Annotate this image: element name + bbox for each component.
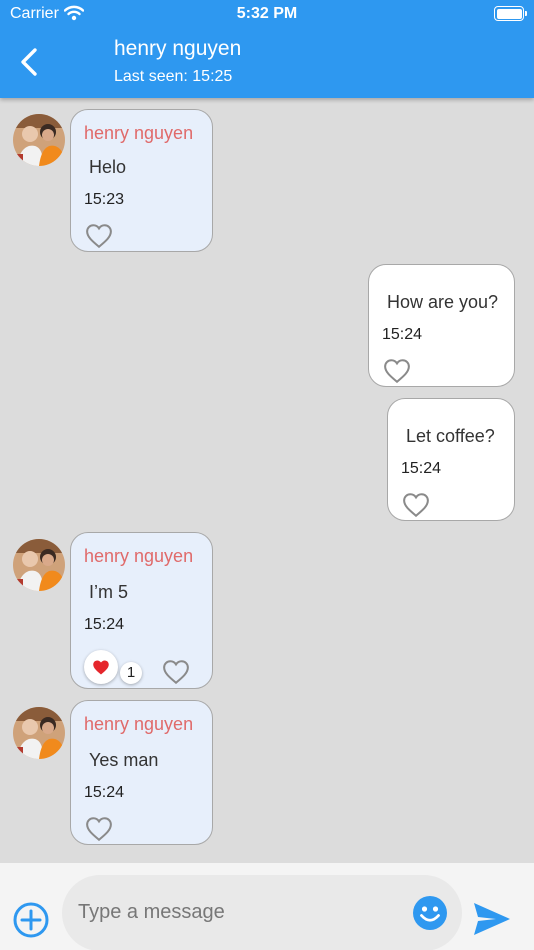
message-field[interactable]: [62, 875, 462, 950]
battery-icon: [494, 6, 527, 21]
avatar[interactable]: [13, 707, 65, 759]
status-time: 5:32 PM: [236, 5, 298, 22]
message-text: Let coffee?: [406, 426, 495, 446]
message-text: Yes man: [89, 750, 159, 770]
sender-name: henry nguyen: [84, 714, 194, 734]
status-bar: Carrier 5:32 PM: [0, 0, 534, 28]
heart-outline-icon[interactable]: [85, 223, 113, 249]
incoming-message[interactable]: henry nguyen I’m 5 15:24 1: [70, 532, 213, 689]
message-time: 15:24: [401, 460, 442, 477]
message-text: How are you?: [387, 292, 499, 312]
heart-outline-icon[interactable]: [383, 358, 411, 384]
heart-outline-icon[interactable]: [162, 659, 190, 685]
smiley-icon[interactable]: [412, 895, 448, 931]
message-composer: [0, 863, 534, 950]
send-icon[interactable]: [472, 901, 512, 937]
avatar[interactable]: [13, 114, 65, 166]
message-input[interactable]: [78, 897, 398, 927]
message-time: 15:23: [84, 191, 125, 208]
sender-name: henry nguyen: [84, 546, 194, 566]
outgoing-message[interactable]: How are you? 15:24: [368, 264, 515, 387]
avatar[interactable]: [13, 539, 65, 591]
message-time: 15:24: [382, 326, 423, 343]
message-time: 15:24: [84, 616, 125, 633]
heart-outline-icon[interactable]: [85, 816, 113, 842]
chevron-left-icon[interactable]: [18, 46, 42, 78]
red-heart-icon: [93, 660, 109, 675]
message-list[interactable]: henry nguyen Helo 15:23 How are you? 15:…: [0, 98, 534, 863]
incoming-message[interactable]: henry nguyen Yes man 15:24: [70, 700, 213, 845]
message-text: Helo: [89, 157, 127, 177]
reaction-badge[interactable]: [84, 650, 118, 684]
message-text: I’m 5: [89, 582, 129, 602]
heart-outline-icon[interactable]: [402, 492, 430, 518]
last-seen-label: Last seen: 15:25: [114, 68, 233, 85]
outgoing-message[interactable]: Let coffee? 15:24: [387, 398, 515, 521]
message-time: 15:24: [84, 784, 125, 801]
sender-name: henry nguyen: [84, 123, 194, 143]
app-bar: Carrier 5:32 PM henry nguyen Last seen: …: [0, 0, 534, 98]
plus-circle-icon[interactable]: [12, 901, 50, 939]
reaction-count: 1: [120, 662, 142, 684]
incoming-message[interactable]: henry nguyen Helo 15:23: [70, 109, 213, 252]
chat-title: henry nguyen: [114, 37, 242, 60]
